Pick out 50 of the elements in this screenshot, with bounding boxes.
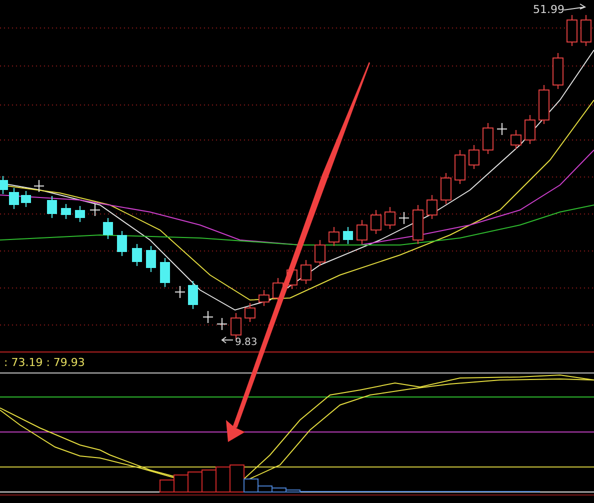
candlestick xyxy=(566,14,578,46)
candlestick xyxy=(103,218,113,240)
candlestick xyxy=(538,84,550,124)
candlestick xyxy=(258,290,270,306)
candlestick xyxy=(9,188,19,210)
candlestick xyxy=(202,310,214,324)
candlestick xyxy=(412,204,424,244)
candlestick xyxy=(132,244,142,266)
candlestick xyxy=(21,190,31,208)
histogram-bar xyxy=(216,466,230,492)
histogram-bar xyxy=(160,480,174,492)
candlestick xyxy=(398,212,410,224)
candlestick xyxy=(356,220,368,244)
candlestick xyxy=(343,226,353,244)
candlestick xyxy=(90,204,100,216)
candlestick xyxy=(314,240,326,266)
candlestick xyxy=(580,14,592,46)
candlestick xyxy=(510,130,522,150)
candlestick xyxy=(468,144,480,170)
high-price-label: 51.99 xyxy=(533,3,564,16)
candlestick xyxy=(230,312,242,340)
candlestick xyxy=(524,114,536,144)
candlestick xyxy=(440,172,452,204)
candlestick xyxy=(160,258,170,288)
candlestick xyxy=(454,150,466,184)
candlestick xyxy=(482,122,494,154)
candlestick xyxy=(174,286,186,298)
candlestick xyxy=(328,226,340,246)
arrow-icon xyxy=(564,4,586,10)
candlestick xyxy=(384,206,396,230)
candlestick xyxy=(188,280,198,310)
candlestick xyxy=(244,302,256,322)
histogram-bar xyxy=(174,474,188,492)
candlestick xyxy=(370,210,382,234)
candlestick xyxy=(146,246,156,272)
indicator-readout: : 73.19 : 79.93 xyxy=(4,356,85,369)
low-price-label: 9.83 xyxy=(235,337,258,348)
candlestick xyxy=(552,52,564,90)
histogram-bar xyxy=(202,470,216,492)
candlestick xyxy=(47,196,57,218)
arrow-icon xyxy=(221,336,234,344)
candlestick xyxy=(61,204,71,220)
candlestick xyxy=(75,206,85,222)
candlestick xyxy=(496,122,508,136)
histogram-bar xyxy=(188,472,202,492)
candlestick xyxy=(216,318,228,330)
candlestick xyxy=(34,180,44,192)
candlestick xyxy=(117,230,127,256)
candlestick xyxy=(300,260,312,284)
candlestick xyxy=(426,194,438,220)
